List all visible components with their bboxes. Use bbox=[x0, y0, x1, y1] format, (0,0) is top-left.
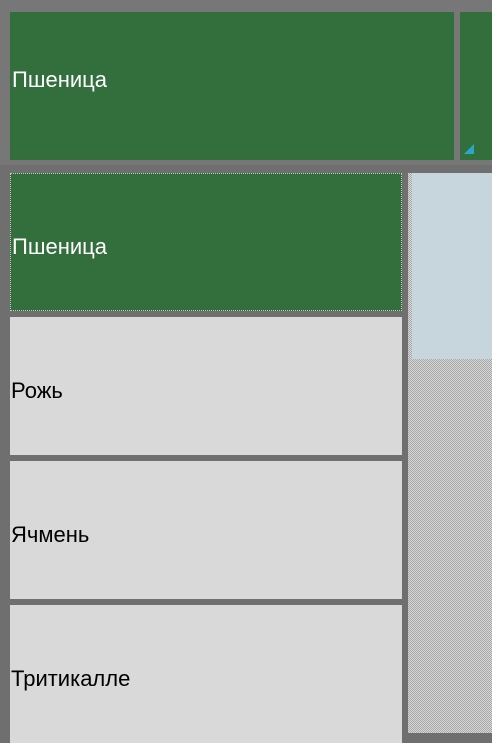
list-item-label: Рожь bbox=[11, 378, 63, 403]
scrollbar-thumb[interactable] bbox=[412, 173, 492, 359]
combobox-selected-field[interactable]: Пшеница bbox=[10, 12, 454, 160]
list-item-label: Ячмень bbox=[11, 522, 90, 547]
dropdown-arrow-icon bbox=[464, 144, 474, 154]
list-item-label: Пшеница bbox=[12, 234, 107, 259]
combobox-selected-value: Пшеница bbox=[12, 67, 107, 92]
list-item-rye[interactable]: Рожь bbox=[10, 317, 402, 455]
list-item-wheat[interactable]: Пшеница bbox=[10, 173, 402, 311]
list-item-triticale[interactable]: Тритикалле bbox=[10, 605, 402, 743]
dropdown-list: Пшеница Рожь Ячмень Тритикалле bbox=[0, 165, 492, 743]
crop-combobox[interactable]: Пшеница bbox=[0, 0, 492, 165]
list-item-label: Тритикалле bbox=[11, 666, 131, 691]
list-item-barley[interactable]: Ячмень bbox=[10, 461, 402, 599]
dropdown-toggle-button[interactable] bbox=[460, 12, 492, 160]
